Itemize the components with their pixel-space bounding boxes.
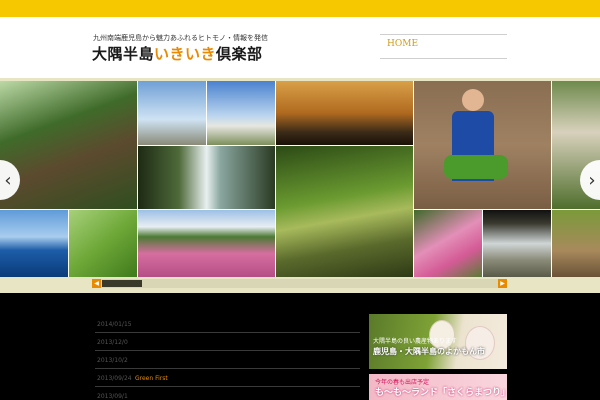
photo-slider[interactable]: ‹ ›: [0, 81, 600, 277]
banner-market-subtitle: 大隅半島の良い農産物あります: [373, 338, 458, 345]
news-title[interactable]: Green First: [135, 375, 168, 382]
photo-mountain-stream[interactable]: [276, 146, 413, 277]
photo-coastline[interactable]: [0, 210, 68, 277]
list-item[interactable]: 2013/09/24 Green First: [95, 369, 360, 387]
slider-scrollbar[interactable]: ◀ ▶: [92, 279, 507, 288]
photo-slider-area: ‹ › ◀ ▶: [0, 78, 600, 293]
logo-text-2: 倶楽部: [216, 45, 263, 63]
top-color-bar: [0, 0, 600, 17]
site-tagline: 九州南端鹿児島から魅力あふれるヒトモノ・情報を発信: [93, 34, 268, 42]
news-date: 2014/01/15: [97, 321, 132, 328]
photo-farmer-seedlings[interactable]: [414, 81, 551, 209]
triangle-right-icon: ▶: [500, 280, 505, 287]
triangle-left-icon: ◀: [94, 280, 99, 287]
nav-divider-top: [380, 34, 507, 35]
news-list: 2014/01/15 2013/12/0 2013/10/2 2013/09/2…: [95, 315, 360, 400]
list-item[interactable]: 2013/10/2: [95, 351, 360, 369]
list-item[interactable]: 2014/01/15: [95, 315, 360, 333]
logo-text-accent: いきいき: [154, 45, 217, 63]
photo-flowers[interactable]: [414, 210, 482, 277]
news-date: 2013/10/2: [97, 357, 128, 364]
banner-festival[interactable]: 今年の春も出店予定 も〜も〜ランド「さくらまつり」: [369, 374, 507, 400]
chevron-right-icon: ›: [588, 169, 596, 191]
photo-giant-tree[interactable]: [0, 81, 137, 209]
news-date: 2013/09/24: [97, 375, 132, 382]
list-item[interactable]: 2013/09/1: [95, 387, 360, 400]
photo-tea-leaves[interactable]: [69, 210, 137, 277]
banner-market-title: 鹿児島・大隅半島のよかもん市: [373, 347, 485, 356]
banner-festival-title: も〜も〜ランド「さくらまつり」: [375, 388, 507, 398]
site-logo[interactable]: 大隅半島いきいき倶楽部: [92, 43, 263, 64]
scroll-left-button[interactable]: ◀: [92, 279, 101, 288]
scroll-thumb[interactable]: [102, 280, 142, 287]
news-date: 2013/09/1: [97, 393, 128, 400]
photo-rocket-sunset[interactable]: [276, 81, 413, 145]
scroll-right-button[interactable]: ▶: [498, 279, 507, 288]
photo-waterfall[interactable]: [138, 146, 275, 209]
site-header: 九州南端鹿児島から魅力あふれるヒトモノ・情報を発信 大隅半島いきいき倶楽部 HO…: [0, 17, 600, 78]
chevron-left-icon: ‹: [4, 169, 12, 191]
photo-river-rocks[interactable]: [483, 210, 551, 277]
photo-radio-telescope[interactable]: [207, 81, 275, 145]
photo-azalea-hill[interactable]: [138, 210, 275, 277]
seedling-tray: [444, 155, 508, 179]
photo-field-work[interactable]: [552, 210, 600, 277]
nav-home-link[interactable]: HOME: [387, 39, 418, 49]
news-date: 2013/12/0: [97, 339, 128, 346]
list-item[interactable]: 2013/12/0: [95, 333, 360, 351]
logo-text-1: 大隅半島: [92, 45, 155, 63]
farmer-figure: [462, 89, 484, 111]
banner-market[interactable]: 大隅半島の良い農産物あります 鹿児島・大隅半島のよかもん市: [369, 314, 507, 369]
nav-divider-bottom: [380, 58, 507, 59]
photo-sky-tower[interactable]: [138, 81, 206, 145]
